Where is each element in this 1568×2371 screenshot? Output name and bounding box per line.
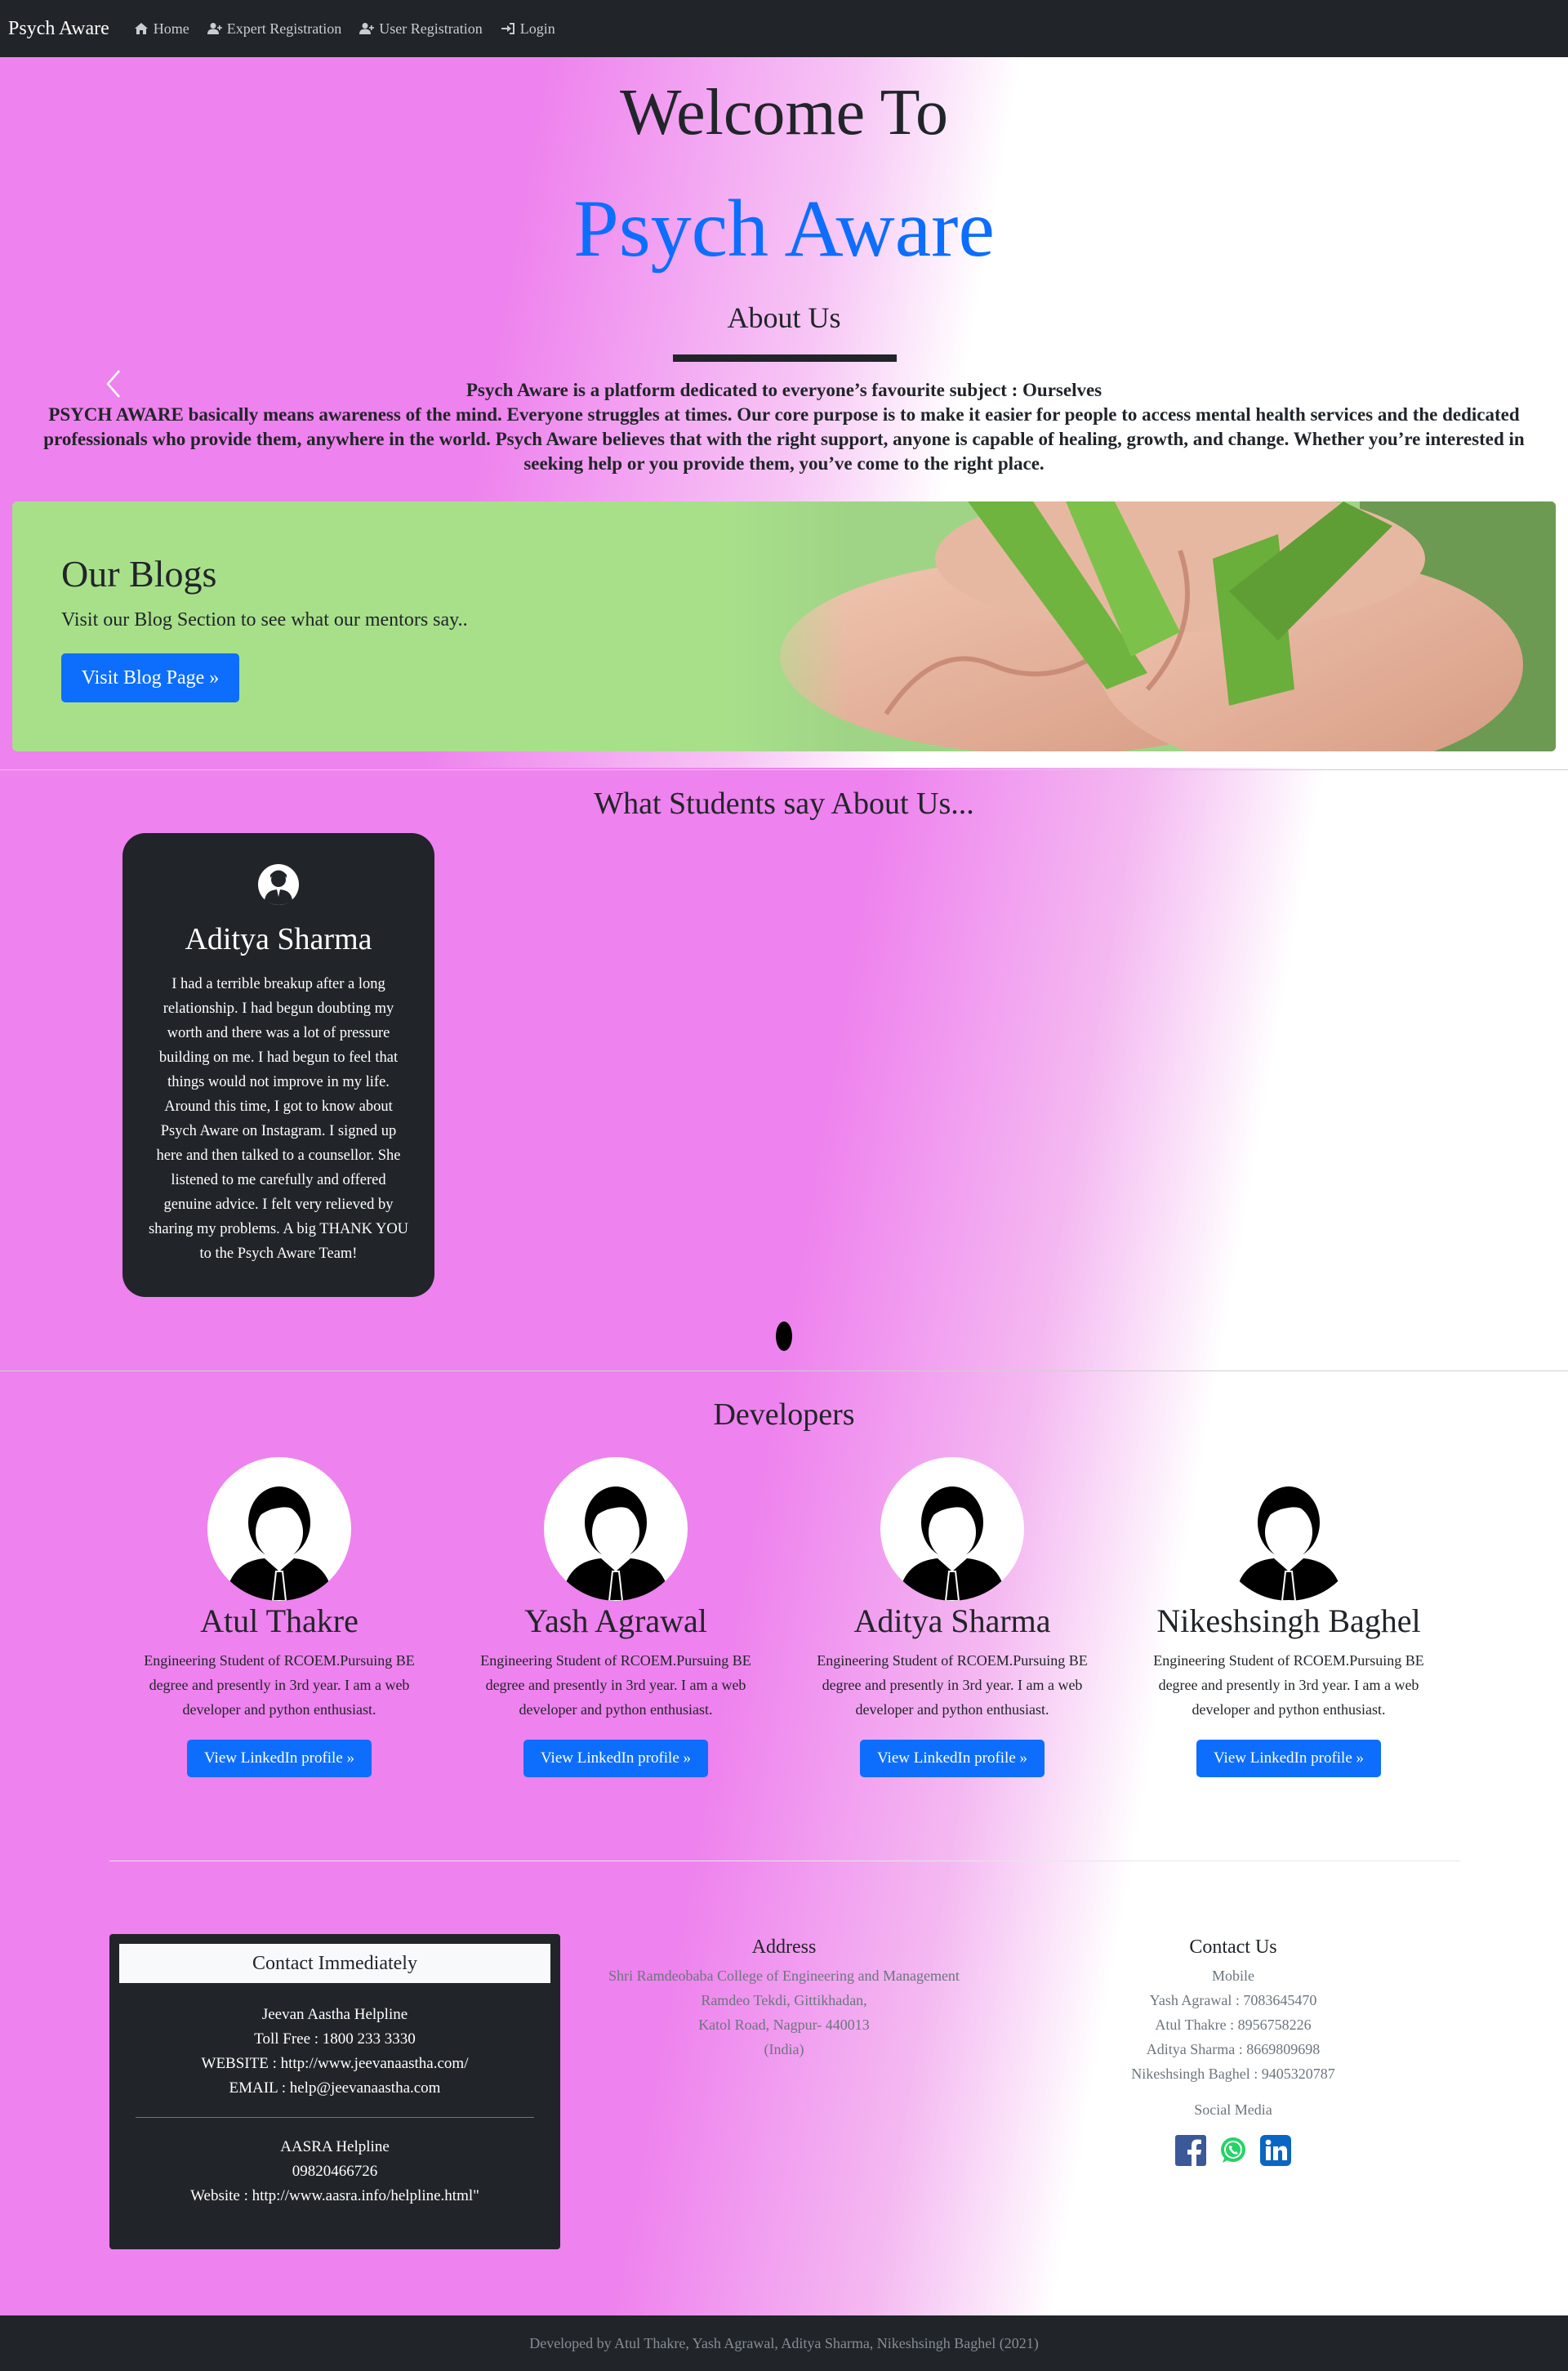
linkedin-profile-button[interactable]: View LinkedIn profile » <box>187 1740 372 1777</box>
about-heading: About Us <box>727 301 841 334</box>
blog-card: Our Blogs Visit our Blog Section to see … <box>12 501 1556 751</box>
home-icon <box>134 23 148 34</box>
about-paragraph: PSYCH AWARE basically means awareness of… <box>43 403 1525 474</box>
address-line: Katol Road, Nagpur- 440013 <box>698 2017 870 2033</box>
welcome-heading: Welcome To <box>620 77 948 149</box>
user-avatar-icon <box>1235 1486 1343 1601</box>
carousel-indicator[interactable] <box>776 1321 792 1351</box>
linkedin-icon[interactable] <box>1260 2135 1291 2166</box>
address-line: (India) <box>764 2041 804 2057</box>
facebook-icon[interactable] <box>1175 2135 1206 2166</box>
contact-immediately-heading: Contact Immediately <box>119 1944 550 1983</box>
developer-card: Aditya Sharma Engineering Student of RCO… <box>784 1457 1120 1777</box>
developer-name: Yash Agrawal <box>524 1602 707 1639</box>
developers-heading: Developers <box>713 1397 855 1432</box>
nav-item-home-label: Home <box>153 20 189 37</box>
helpline-aasra: AASRA Helpline 09820466726 Website : htt… <box>109 2135 560 2208</box>
developer-description: Engineering Student of RCOEM.Pursuing BE… <box>144 1652 415 1718</box>
helpline-email: EMAIL : help@jeevanaastha.com <box>229 2079 441 2097</box>
user-avatar-icon <box>258 864 299 905</box>
developer-name: Nikeshsingh Baghel <box>1156 1602 1421 1639</box>
nav-item-expert-registration-label: Expert Registration <box>226 20 342 37</box>
address-column: Address Shri Ramdeobaba College of Engin… <box>572 1934 996 2061</box>
linkedin-profile-button[interactable]: View LinkedIn profile » <box>523 1740 708 1777</box>
blog-subtitle: Visit our Blog Section to see what our m… <box>61 609 468 631</box>
contact-immediately-box: Contact Immediately Jeevan Aastha Helpli… <box>109 1934 560 2249</box>
address-line: Ramdeo Tekdi, Gittikhadan, <box>701 1992 867 2008</box>
sign-in-icon <box>501 23 514 34</box>
developer-card: Yash Agrawal Engineering Student of RCOE… <box>448 1457 784 1777</box>
social-links <box>1070 2135 1396 2166</box>
nav-item-login[interactable]: Login <box>501 20 555 38</box>
developer-name: Aditya Sharma <box>853 1602 1051 1639</box>
about-line-1: Psych Aware is a platform dedicated to e… <box>466 380 1102 400</box>
nav-item-user-registration-label: User Registration <box>379 20 483 37</box>
helpline-phone: Toll Free : 1800 233 3330 <box>254 2030 416 2048</box>
address-heading: Address <box>751 1936 817 1958</box>
developer-avatar <box>207 1457 351 1601</box>
developer-avatar <box>1217 1457 1361 1601</box>
developer-avatar <box>880 1457 1024 1601</box>
visit-blog-button[interactable]: Visit Blog Page » <box>61 653 239 702</box>
contact-number: Atul Thakre : 8956758226 <box>1155 2017 1312 2033</box>
contact-number: Aditya Sharma : 8669809698 <box>1146 2041 1321 2057</box>
helpline-website: Website : http://www.aasra.info/helpline… <box>190 2187 479 2204</box>
user-plus-icon <box>207 23 222 34</box>
hands-ribbon-image <box>723 501 1556 751</box>
testimonial-name: Aditya Sharma <box>185 922 372 956</box>
linkedin-profile-button[interactable]: View LinkedIn profile » <box>860 1740 1045 1777</box>
testimonials-heading: What Students say About Us... <box>594 787 974 821</box>
nav-item-home[interactable]: Home <box>134 20 189 38</box>
user-plus-icon <box>359 23 375 34</box>
blog-title: Our Blogs <box>61 553 217 595</box>
user-avatar-icon <box>898 1486 1006 1601</box>
contact-us-heading: Contact Us <box>1189 1936 1277 1958</box>
developer-avatar <box>544 1457 688 1601</box>
helpline-website: WEBSITE : http://www.jeevanaastha.com/ <box>201 2055 469 2072</box>
user-avatar-icon <box>562 1486 670 1601</box>
section-divider <box>0 1370 1568 1371</box>
mobile-label: Mobile <box>1212 1968 1254 1984</box>
nav-item-login-label: Login <box>519 20 555 37</box>
developer-name: Atul Thakre <box>200 1602 359 1639</box>
nav-item-expert-registration[interactable]: Expert Registration <box>207 20 341 38</box>
whatsapp-icon[interactable] <box>1218 2135 1249 2166</box>
developer-card: Nikeshsingh Baghel Engineering Student o… <box>1120 1457 1457 1777</box>
site-title: Psych Aware <box>573 183 995 274</box>
helpline-divider <box>136 2117 534 2118</box>
footer-credits: Developed by Atul Thakre, Yash Agrawal, … <box>529 2335 1039 2351</box>
helpline-name: Jeevan Aastha Helpline <box>261 2006 408 2023</box>
contact-number: Nikeshsingh Baghel : 9405320787 <box>1131 2066 1335 2082</box>
section-divider <box>0 769 1568 770</box>
nav-item-user-registration[interactable]: User Registration <box>359 20 483 38</box>
testimonial-card: Aditya Sharma I had a terrible breakup a… <box>122 833 434 1297</box>
navbar: Psych Aware Home Expert Registration Use… <box>0 0 1568 57</box>
navbar-brand[interactable]: Psych Aware <box>8 18 109 40</box>
user-avatar-icon <box>225 1486 333 1601</box>
developer-description: Engineering Student of RCOEM.Pursuing BE… <box>480 1652 751 1718</box>
contact-us-column: Contact Us Mobile Yash Agrawal : 7083645… <box>1070 1934 1396 2166</box>
social-media-label: Social Media <box>1194 2101 1272 2118</box>
address-line: Shri Ramdeobaba College of Engineering a… <box>608 1968 960 1984</box>
about-text: Psych Aware is a platform dedicated to e… <box>16 378 1552 476</box>
developer-card: Atul Thakre Engineering Student of RCOEM… <box>111 1457 448 1777</box>
linkedin-profile-button[interactable]: View LinkedIn profile » <box>1196 1740 1381 1777</box>
helpline-phone: 09820466726 <box>292 2163 378 2180</box>
testimonial-text: I had a terrible breakup after a long re… <box>148 976 409 1262</box>
helpline-name: AASRA Helpline <box>280 2138 390 2155</box>
contact-number: Yash Agrawal : 7083645470 <box>1149 1992 1317 2008</box>
footer: Developed by Atul Thakre, Yash Agrawal, … <box>0 2315 1568 2371</box>
about-divider <box>673 354 897 362</box>
helpline-jeevan-aastha: Jeevan Aastha Helpline Toll Free : 1800 … <box>109 2003 560 2101</box>
developer-description: Engineering Student of RCOEM.Pursuing BE… <box>817 1652 1088 1718</box>
developer-description: Engineering Student of RCOEM.Pursuing BE… <box>1153 1652 1424 1718</box>
